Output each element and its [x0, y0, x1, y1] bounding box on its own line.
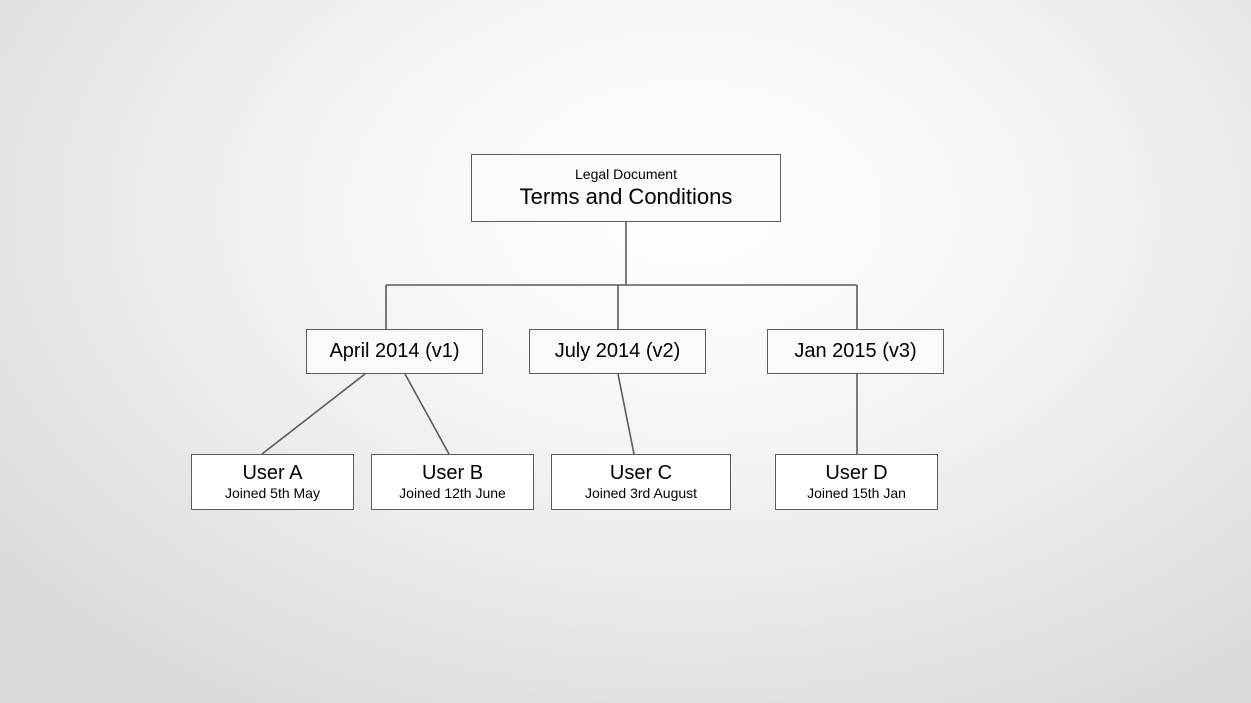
version-node-v2: July 2014 (v2) — [529, 329, 706, 374]
user-node-a: User A Joined 5th May — [191, 454, 354, 510]
version-label: July 2014 (v2) — [555, 340, 681, 363]
user-joined: Joined 15th Jan — [807, 485, 906, 502]
user-node-c: User C Joined 3rd August — [551, 454, 731, 510]
user-name: User B — [422, 462, 483, 485]
root-category: Legal Document — [575, 166, 677, 183]
root-node-terms-and-conditions: Legal Document Terms and Conditions — [471, 154, 781, 222]
user-joined: Joined 5th May — [225, 485, 320, 502]
user-name: User A — [242, 462, 302, 485]
version-node-v1: April 2014 (v1) — [306, 329, 483, 374]
user-name: User D — [825, 462, 887, 485]
version-label: April 2014 (v1) — [329, 340, 459, 363]
user-node-b: User B Joined 12th June — [371, 454, 534, 510]
user-node-d: User D Joined 15th Jan — [775, 454, 938, 510]
user-name: User C — [610, 462, 672, 485]
user-joined: Joined 12th June — [399, 485, 506, 502]
user-joined: Joined 3rd August — [585, 485, 697, 502]
version-label: Jan 2015 (v3) — [794, 340, 916, 363]
version-node-v3: Jan 2015 (v3) — [767, 329, 944, 374]
root-title: Terms and Conditions — [520, 183, 733, 211]
